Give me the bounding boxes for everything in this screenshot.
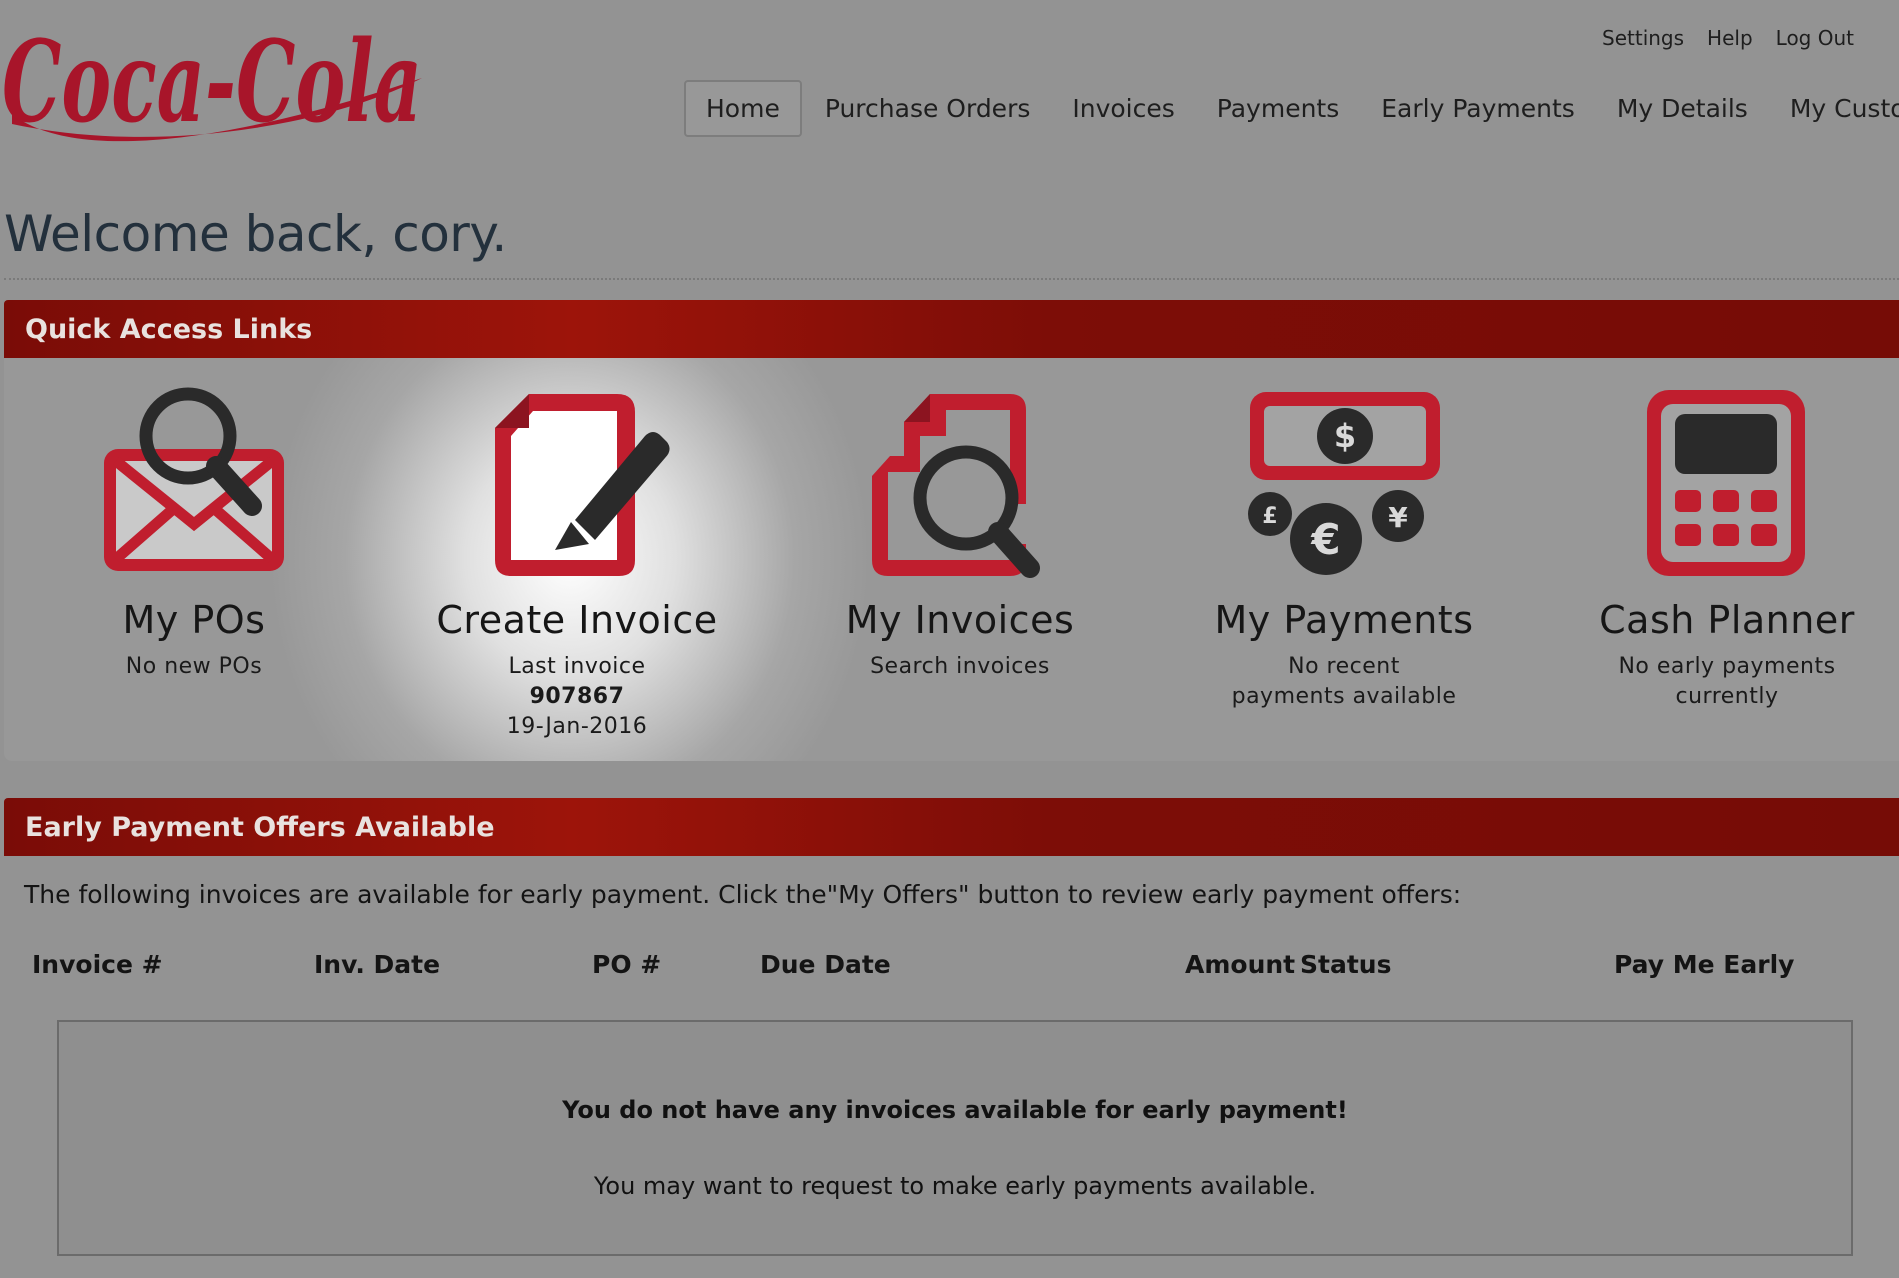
empty-state-title: You do not have any invoices available f… (562, 1096, 1348, 1124)
quick-link-my-payments[interactable]: $ £ ¥ € My Payments No recent payments a… (1154, 384, 1534, 712)
early-payment-title: Early Payment Offers Available (25, 812, 495, 843)
quick-link-subtitle: Last invoice 907867 19-Jan-2016 (387, 652, 767, 742)
quick-link-title: My POs (122, 598, 266, 642)
column-status[interactable]: Status (1300, 950, 1391, 979)
quick-access-header: Quick Access Links (4, 300, 1899, 358)
divider (4, 278, 1899, 280)
column-pay-me-early[interactable]: Pay Me Early (1614, 950, 1794, 979)
column-invoice-date[interactable]: Inv. Date (314, 950, 440, 979)
empty-state-message: You may want to request to make early pa… (593, 1172, 1317, 1200)
quick-link-title: Create Invoice (436, 598, 718, 642)
document-pencil-icon (495, 394, 670, 576)
calculator-icon (1647, 390, 1805, 576)
last-invoice-date: 19-Jan-2016 (506, 714, 648, 739)
nav-early-payments[interactable]: Early Payments (1360, 80, 1596, 137)
nav-payments[interactable]: Payments (1196, 80, 1360, 137)
documents-search-icon (872, 394, 1040, 578)
quick-link-create-invoice[interactable]: Create Invoice Last invoice 907867 19-Ja… (387, 384, 767, 742)
svg-text:£: £ (1262, 504, 1277, 529)
svg-text:$: $ (1334, 417, 1356, 455)
main-nav: Home Purchase Orders Invoices Payments E… (684, 80, 1899, 137)
quick-link-subtitle: Search invoices (870, 654, 1050, 679)
welcome-heading: Welcome back, cory. (4, 205, 507, 263)
column-amount[interactable]: Amount (1185, 950, 1295, 979)
envelope-search-icon (104, 387, 284, 571)
quick-link-my-pos[interactable]: My POs No new POs (4, 384, 384, 682)
coca-cola-logo[interactable]: Coca-Cola (2, 6, 432, 156)
currency-icon: $ £ ¥ € (1248, 392, 1440, 575)
svg-text:¥: ¥ (1388, 501, 1408, 534)
early-payment-panel: The following invoices are available for… (4, 856, 1899, 1278)
quick-link-my-invoices[interactable]: My Invoices Search invoices (770, 384, 1150, 682)
early-payment-header: Early Payment Offers Available (4, 798, 1899, 856)
early-payment-intro: The following invoices are available for… (24, 880, 1462, 909)
nav-home[interactable]: Home (684, 80, 802, 137)
quick-link-cash-planner[interactable]: Cash Planner No early payments currently (1537, 384, 1899, 712)
quick-link-title: My Payments (1214, 598, 1474, 642)
logout-link[interactable]: Log Out (1776, 26, 1854, 50)
column-invoice-number[interactable]: Invoice # (32, 950, 163, 979)
svg-text:€: € (1310, 515, 1340, 564)
column-po-number[interactable]: PO # (592, 950, 661, 979)
last-invoice-number: 907867 (529, 684, 625, 709)
nav-invoices[interactable]: Invoices (1051, 80, 1195, 137)
column-due-date[interactable]: Due Date (760, 950, 891, 979)
quick-link-title: My Invoices (845, 598, 1075, 642)
quick-link-subtitle: No new POs (125, 654, 263, 679)
empty-state-box: You do not have any invoices available f… (57, 1020, 1853, 1256)
settings-link[interactable]: Settings (1602, 26, 1684, 50)
last-invoice-label: Last invoice (508, 654, 646, 679)
nav-my-details[interactable]: My Details (1596, 80, 1769, 137)
quick-link-subtitle: No early payments currently (1618, 654, 1836, 709)
nav-my-customer[interactable]: My Customer (1769, 80, 1899, 137)
svg-text:Coca-Cola: Coca-Cola (2, 17, 422, 148)
utility-links: Settings Help Log Out (1602, 26, 1854, 50)
quick-link-title: Cash Planner (1599, 598, 1855, 642)
quick-link-subtitle: No recent payments available (1231, 654, 1457, 709)
quick-access-title: Quick Access Links (25, 314, 313, 345)
quick-access-panel: My POs No new POs Create Invoice Last in… (4, 358, 1899, 761)
help-link[interactable]: Help (1707, 26, 1753, 50)
nav-purchase-orders[interactable]: Purchase Orders (804, 80, 1052, 137)
